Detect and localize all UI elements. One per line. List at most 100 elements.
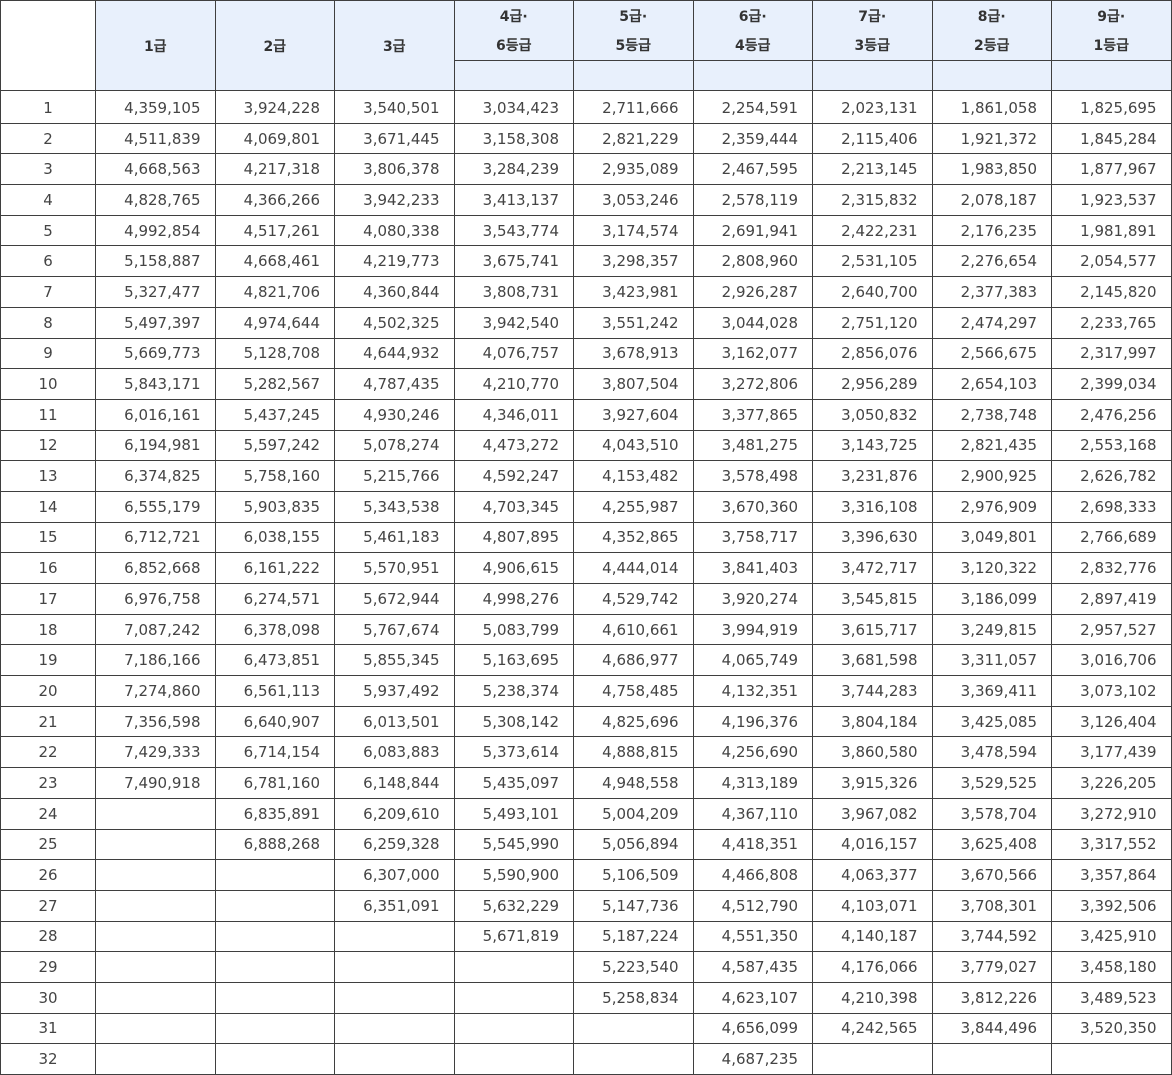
salary-cell: 4,313,189 bbox=[692, 767, 813, 799]
salary-table: 1급 2급 3급 4급· 5급· 6급· 7급· 8급· 9급· 6등급 5등급… bbox=[0, 0, 1172, 1075]
salary-cell: 3,298,357 bbox=[573, 245, 694, 278]
salary-cell: 7,186,166 bbox=[95, 644, 216, 677]
salary-cell: 5,767,674 bbox=[334, 613, 455, 646]
table-row: 10 5,843,171 5,282,567 4,787,435 4,210,770 3,… bbox=[0, 368, 1172, 400]
salary-cell: 1,983,850 bbox=[931, 153, 1052, 186]
salary-cell: 2,856,076 bbox=[812, 337, 933, 370]
salary-cell: 2,176,235 bbox=[931, 214, 1052, 247]
salary-cell: 5,083,799 bbox=[453, 613, 574, 646]
step-cell: 15 bbox=[0, 521, 96, 554]
header-grade-5-top: 5급· bbox=[573, 0, 694, 30]
header-grade-6-top: 6급· bbox=[692, 0, 813, 30]
step-cell: 12 bbox=[0, 429, 96, 462]
header-sub-empty bbox=[692, 60, 813, 91]
table-header: 1급 2급 3급 4급· 5급· 6급· 7급· 8급· 9급· 6등급 5등급… bbox=[0, 0, 1172, 91]
salary-cell: 3,143,725 bbox=[812, 429, 933, 462]
salary-cell: 6,307,000 bbox=[334, 859, 455, 891]
step-cell: 29 bbox=[0, 951, 96, 983]
salary-cell: 2,766,689 bbox=[1051, 521, 1172, 554]
salary-cell: 6,351,091 bbox=[334, 889, 455, 922]
salary-cell: 3,377,865 bbox=[692, 398, 813, 431]
corner-cell bbox=[0, 0, 96, 91]
step-cell: 14 bbox=[0, 490, 96, 523]
salary-cell: 7,429,333 bbox=[95, 736, 216, 769]
salary-cell: 6,781,160 bbox=[214, 767, 335, 799]
salary-cell: 4,687,235 bbox=[692, 1043, 813, 1075]
step-cell: 9 bbox=[0, 337, 96, 370]
step-cell: 22 bbox=[0, 736, 96, 769]
step-cell: 19 bbox=[0, 644, 96, 677]
salary-cell: 2,698,333 bbox=[1051, 490, 1172, 523]
header-grade-7-top: 7급· bbox=[812, 0, 933, 30]
salary-cell: 4,210,398 bbox=[812, 981, 933, 1014]
salary-cell: 4,219,773 bbox=[334, 245, 455, 278]
table-row: 32 4,687,235 bbox=[0, 1043, 1172, 1075]
salary-cell: 6,013,501 bbox=[334, 705, 455, 738]
salary-cell: 3,994,919 bbox=[692, 613, 813, 646]
salary-cell: 3,016,706 bbox=[1051, 644, 1172, 677]
salary-cell: 4,346,011 bbox=[453, 398, 574, 431]
salary-cell: 5,937,492 bbox=[334, 675, 455, 707]
salary-cell: 4,140,187 bbox=[812, 920, 933, 953]
header-grade-2: 2급 bbox=[214, 0, 335, 91]
salary-cell: 4,587,435 bbox=[692, 951, 813, 983]
header-grade-8-top: 8급· bbox=[931, 0, 1052, 30]
salary-cell: 2,578,119 bbox=[692, 184, 813, 216]
salary-cell: 6,712,721 bbox=[95, 521, 216, 554]
salary-cell: 3,369,411 bbox=[931, 675, 1052, 707]
header-grade-4-bottom: 6등급 bbox=[453, 30, 574, 61]
salary-cell: 6,274,571 bbox=[214, 583, 335, 615]
salary-cell: 3,520,350 bbox=[1051, 1012, 1172, 1045]
salary-cell: 3,392,506 bbox=[1051, 889, 1172, 922]
salary-cell: 4,974,644 bbox=[214, 306, 335, 339]
salary-cell: 5,855,345 bbox=[334, 644, 455, 677]
header-grade-8-bottom: 2등급 bbox=[931, 30, 1052, 61]
table-row: 16 6,852,668 6,161,222 5,570,951 4,906,615 4,… bbox=[0, 552, 1172, 584]
header-grade-7-bottom: 3등급 bbox=[812, 30, 933, 61]
salary-cell: 4,196,376 bbox=[692, 705, 813, 738]
salary-cell: 2,254,591 bbox=[692, 90, 813, 124]
salary-cell: 2,897,419 bbox=[1051, 583, 1172, 615]
salary-cell bbox=[214, 889, 335, 922]
salary-cell: 2,808,960 bbox=[692, 245, 813, 278]
salary-cell: 2,531,105 bbox=[812, 245, 933, 278]
salary-cell: 3,120,322 bbox=[931, 552, 1052, 584]
salary-cell: 3,681,598 bbox=[812, 644, 933, 677]
table-row: 15 6,712,721 6,038,155 5,461,183 4,807,895 4,… bbox=[0, 521, 1172, 554]
table-row: 31 4,656,099 4,242,565 3,844,496 3,520,350 bbox=[0, 1012, 1172, 1045]
salary-cell: 5,004,209 bbox=[573, 797, 694, 830]
salary-cell: 2,957,527 bbox=[1051, 613, 1172, 646]
salary-cell bbox=[95, 1043, 216, 1075]
salary-cell: 4,512,790 bbox=[692, 889, 813, 922]
salary-cell: 3,678,913 bbox=[573, 337, 694, 370]
salary-cell: 3,744,283 bbox=[812, 675, 933, 707]
step-cell: 20 bbox=[0, 675, 96, 707]
salary-cell: 7,356,598 bbox=[95, 705, 216, 738]
salary-cell: 4,529,742 bbox=[573, 583, 694, 615]
salary-cell: 2,821,435 bbox=[931, 429, 1052, 462]
salary-cell: 4,466,808 bbox=[692, 859, 813, 891]
salary-cell: 5,669,773 bbox=[95, 337, 216, 370]
salary-cell bbox=[334, 1012, 455, 1045]
salary-cell: 3,543,774 bbox=[453, 214, 574, 247]
salary-cell: 3,034,423 bbox=[453, 90, 574, 124]
salary-cell: 4,444,014 bbox=[573, 552, 694, 584]
step-cell: 30 bbox=[0, 981, 96, 1014]
salary-cell bbox=[573, 1043, 694, 1075]
salary-cell bbox=[214, 951, 335, 983]
salary-cell: 2,832,776 bbox=[1051, 552, 1172, 584]
salary-cell: 3,804,184 bbox=[812, 705, 933, 738]
salary-cell: 5,570,951 bbox=[334, 552, 455, 584]
salary-cell: 3,744,592 bbox=[931, 920, 1052, 953]
salary-cell: 2,476,256 bbox=[1051, 398, 1172, 431]
salary-cell bbox=[1051, 1043, 1172, 1075]
step-cell: 17 bbox=[0, 583, 96, 615]
salary-cell: 5,343,538 bbox=[334, 490, 455, 523]
salary-cell bbox=[334, 1043, 455, 1075]
salary-cell: 4,076,757 bbox=[453, 337, 574, 370]
salary-cell: 2,751,120 bbox=[812, 306, 933, 339]
step-cell: 16 bbox=[0, 552, 96, 584]
table-row: 25 6,888,268 6,259,328 5,545,990 5,056,894 4,… bbox=[0, 828, 1172, 861]
header-grade-1: 1급 bbox=[95, 0, 216, 91]
salary-cell: 2,926,287 bbox=[692, 276, 813, 308]
